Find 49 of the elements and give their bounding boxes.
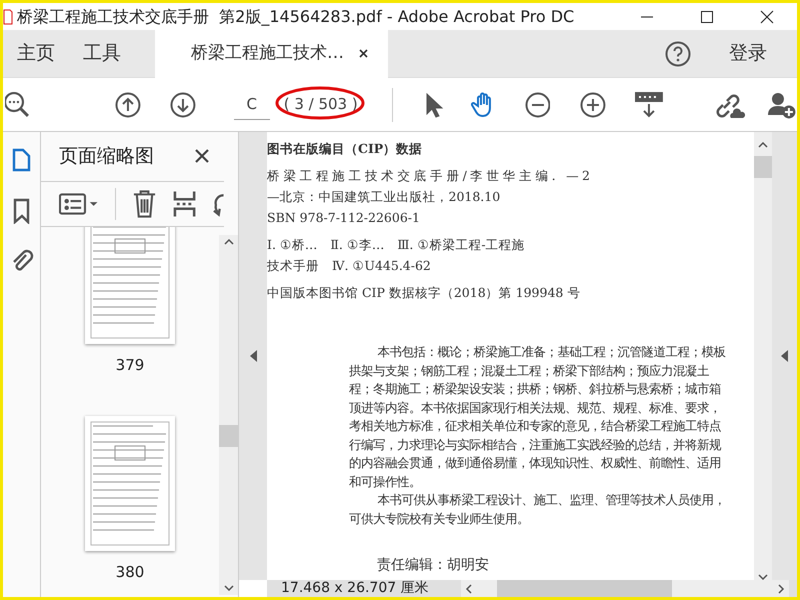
tab[interactable]: 工具 [69, 30, 135, 78]
scroll-down-icon[interactable] [224, 585, 234, 591]
panel-title: 页面缩略图 [59, 144, 154, 169]
pdf-file-icon [3, 8, 13, 24]
collapse-left-icon[interactable] [250, 350, 256, 362]
scroll-up-icon[interactable] [224, 238, 234, 245]
thumbnail-options-icon[interactable] [59, 190, 100, 217]
page-number-label: 379 [116, 354, 144, 376]
scrollbar-thumb[interactable] [219, 424, 238, 447]
page-size-text: 17.468 x 26.707 厘米 [281, 579, 430, 598]
extract-pages-icon[interactable] [173, 188, 196, 219]
text-line: 桥梁工程施工技术交底手册/李世华主编. —2 [267, 167, 594, 185]
text-line: 可供大专院校有关专业师生使用。 [348, 510, 530, 528]
sign-in-button[interactable]: 登录 [715, 30, 781, 78]
add-user-icon[interactable] [767, 90, 798, 118]
scrollbar-thumb[interactable] [497, 580, 672, 597]
zoom-in-icon[interactable] [580, 92, 606, 118]
text-line: 行编写，力求理论与实际相结合，注重施工实践经验的总结，并将新规 [348, 436, 722, 454]
text-line: 拱架与支架；钢筋工程；混凝土工程；桥梁下部结构；预应力混凝土 [348, 362, 710, 380]
text-line: 责任编辑：胡明安 [376, 556, 490, 574]
text-line: 中国版本图书馆 CIP 数据核字（2018）第 199948 号 [267, 284, 582, 302]
tab[interactable]: 桥梁工程施工技术… [155, 30, 388, 78]
text-line: 的内容融会贯通，做到通俗易懂，体现知识性、权威性、前瞻性、适用 [348, 455, 722, 472]
text-line: 本书可供从事桥梁工程设计、施工、监理、管理等技术人员使用， [376, 492, 726, 509]
page-number-label: 380 [116, 562, 144, 584]
window-title: 桥梁工程施工技术交底手册 第2版_14564283.pdf - Adobe Acrobat Pro DC [17, 6, 576, 28]
tab[interactable]: 主页 [3, 30, 69, 78]
text-line: 本书包括：概论；桥梁施工准备；基础工程；沉管隧道工程；模板 [376, 344, 726, 361]
text-line: 顶进等内容。本书依据国家现行相关法规、规范、规程、标准、要求， [348, 400, 722, 416]
arrow-up-icon[interactable] [114, 92, 141, 118]
text-line: 和可操作性。 [348, 474, 422, 490]
help-icon[interactable] [665, 40, 691, 66]
scrollbar-thumb[interactable] [754, 156, 772, 178]
text-line: SBN 978-7-112-22606-1 [267, 209, 421, 227]
page-count: ( 3 / 503 ) [284, 95, 358, 114]
text-line: Ⅰ. ①桥… Ⅱ. ①李… Ⅲ. ①桥梁工程-工程施 [267, 236, 526, 254]
trash-icon[interactable] [132, 188, 158, 219]
arrow-down-icon[interactable] [170, 92, 196, 118]
text-line: 程；冬期施工；桥梁架设安装；拱桥；钢桥、斜拉桥与悬索桥；城市箱 [348, 381, 722, 398]
text-line: 考相关地方标准，征求相关单位和专家的意见，结合桥梁工程施工特点 [348, 418, 722, 435]
collapse-right-icon[interactable] [781, 350, 788, 362]
scroll-down-icon[interactable] [758, 574, 768, 580]
heading: 图书在版编目（CIP）数据 [267, 140, 424, 158]
zoom-out-icon[interactable] [524, 92, 550, 118]
close-icon[interactable] [194, 148, 210, 164]
text-line: —北京：中国建筑工业出版社，2018.10 [267, 188, 502, 206]
keyboard-icon[interactable] [634, 90, 664, 118]
text-line: 技术手册 Ⅳ. ①U445.4-62 [267, 257, 432, 275]
scroll-up-icon[interactable] [758, 142, 768, 148]
